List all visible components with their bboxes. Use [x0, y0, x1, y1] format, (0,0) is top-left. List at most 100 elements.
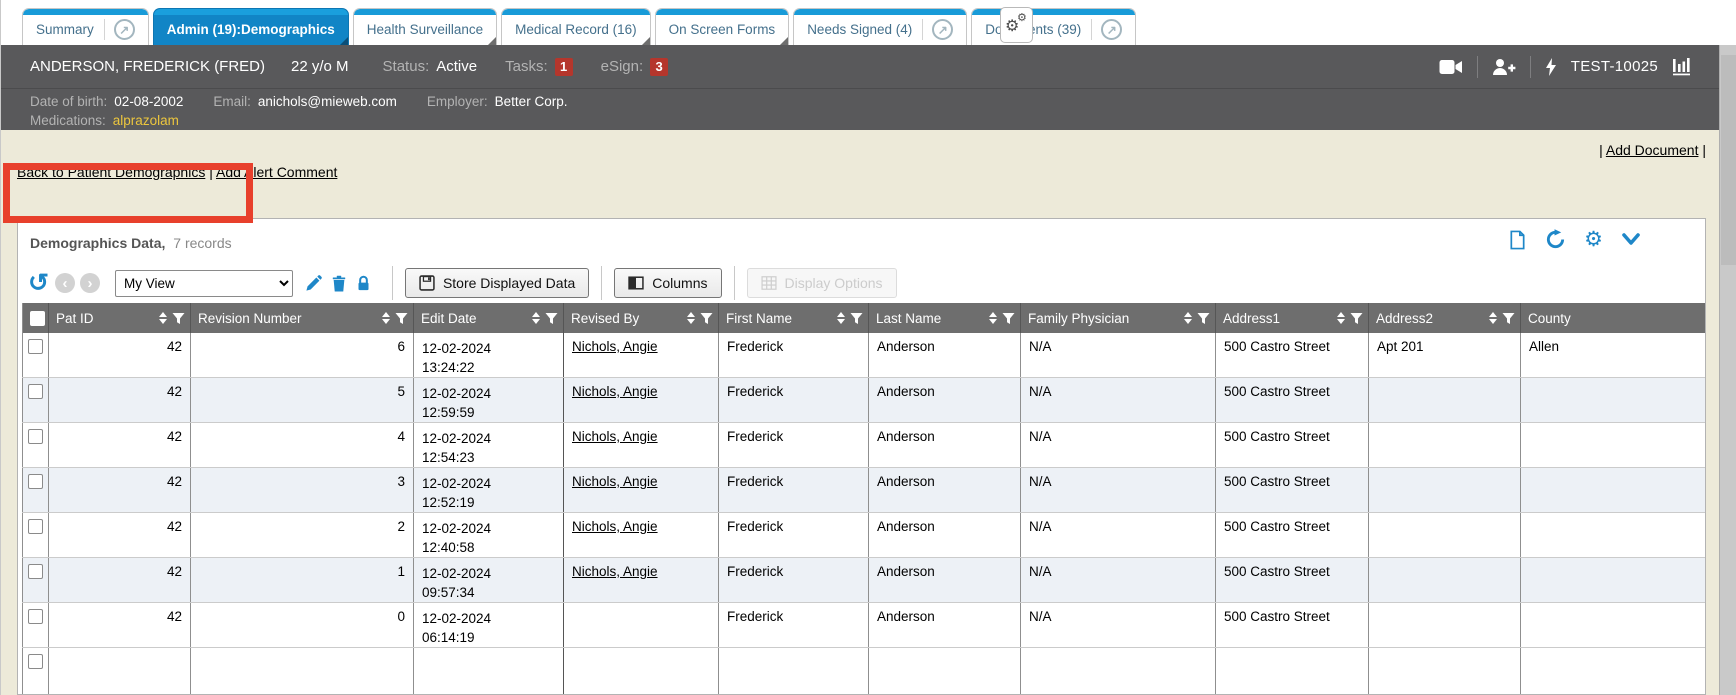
chart-settings-button[interactable]: ⚙ ⚙ [1000, 7, 1033, 43]
column-header-pat-id[interactable]: Pat ID [49, 303, 191, 333]
table-body: 42612-02-202413:24:22Nichols, AngieFrede… [23, 333, 1707, 695]
column-label: Family Physician [1028, 311, 1179, 326]
gear-icon[interactable]: ⚙ [1584, 230, 1603, 250]
empty-cell [191, 648, 414, 695]
cell-revision: 2 [191, 513, 414, 558]
tab-on-screen-forms[interactable]: On Screen Forms [655, 8, 790, 45]
column-header-edit-date[interactable]: Edit Date [414, 303, 564, 333]
column-label: Pat ID [56, 311, 154, 326]
cell-revised-by: Nichols, Angie [564, 378, 719, 423]
medications-label: Medications: [30, 113, 106, 128]
lightning-icon[interactable] [1545, 58, 1557, 76]
sort-icon[interactable] [159, 312, 167, 324]
filter-funnel-icon[interactable] [1502, 312, 1515, 325]
tasks-badge[interactable]: 1 [555, 58, 573, 76]
add-document-link[interactable]: Add Document [1606, 142, 1699, 158]
tab-medical-record-16[interactable]: Medical Record (16) [501, 8, 651, 45]
table-row: 42512-02-202412:59:59Nichols, AngieFrede… [23, 378, 1707, 423]
revised-by-link[interactable]: Nichols, Angie [572, 564, 658, 579]
filter-funnel-icon[interactable] [1002, 312, 1015, 325]
demographics-data-panel: Demographics Data, 7 records ⚙ ↺ ‹ › My … [17, 218, 1706, 695]
cell-county [1521, 603, 1707, 648]
store-displayed-data-button[interactable]: Store Displayed Data [405, 268, 589, 298]
column-header-first-name[interactable]: First Name [719, 303, 869, 333]
tab-needs-signed-4[interactable]: Needs Signed (4)↗ [793, 8, 967, 45]
cell-revision: 1 [191, 558, 414, 603]
filter-funnel-icon[interactable] [1350, 312, 1363, 325]
row-checkbox[interactable] [28, 609, 43, 624]
tab-bar-tabs: Summary↗Admin (19):DemographicsHealth Su… [22, 8, 1136, 45]
vertical-scrollbar[interactable] [1719, 45, 1736, 695]
edit-view-pencil-icon[interactable] [305, 275, 322, 292]
column-header-last-name[interactable]: Last Name [869, 303, 1021, 333]
collapse-chevron-icon[interactable] [1621, 232, 1641, 248]
video-camera-icon[interactable] [1439, 59, 1463, 75]
sort-icon[interactable] [989, 312, 997, 324]
columns-icon [628, 275, 644, 291]
select-all-header[interactable] [23, 303, 49, 333]
filter-funnel-icon[interactable] [700, 312, 713, 325]
edit-time: 12:54:23 [422, 448, 555, 467]
reset-view-icon[interactable]: ↺ [28, 271, 49, 295]
add-person-icon[interactable] [1492, 58, 1516, 76]
sort-icon[interactable] [1184, 312, 1192, 324]
new-document-icon[interactable] [1508, 230, 1527, 250]
column-header-county[interactable]: County [1521, 303, 1707, 333]
sort-icon[interactable] [687, 312, 695, 324]
view-select[interactable]: My View [115, 270, 293, 297]
column-header-family-physician[interactable]: Family Physician [1021, 303, 1216, 333]
select-all-checkbox[interactable] [30, 311, 45, 326]
filter-funnel-icon[interactable] [850, 312, 863, 325]
filter-funnel-icon[interactable] [395, 312, 408, 325]
cell-county [1521, 513, 1707, 558]
row-checkbox[interactable] [28, 384, 43, 399]
row-checkbox[interactable] [28, 519, 43, 534]
delete-view-trash-icon[interactable] [331, 275, 347, 292]
tab-summary[interactable]: Summary↗ [22, 8, 149, 45]
medications-value[interactable]: alprazolam [113, 113, 179, 128]
row-checkbox[interactable] [28, 654, 43, 669]
revised-by-link[interactable]: Nichols, Angie [572, 339, 658, 354]
previous-view-button[interactable]: ‹ [55, 273, 75, 293]
popout-arrow-icon[interactable]: ↗ [114, 19, 135, 40]
sort-icon[interactable] [837, 312, 845, 324]
filter-funnel-icon[interactable] [172, 312, 185, 325]
sort-icon[interactable] [532, 312, 540, 324]
column-label: Revised By [571, 311, 682, 326]
row-checkbox[interactable] [28, 339, 43, 354]
refresh-icon[interactable] [1545, 229, 1566, 250]
revised-by-link[interactable]: Nichols, Angie [572, 429, 658, 444]
filter-funnel-icon[interactable] [545, 312, 558, 325]
columns-button[interactable]: Columns [614, 268, 721, 298]
tab-health-surveillance[interactable]: Health Surveillance [353, 8, 497, 45]
tab-admin-19-demographics[interactable]: Admin (19):Demographics [153, 8, 349, 45]
column-header-revised-by[interactable]: Revised By [564, 303, 719, 333]
sort-icon[interactable] [1489, 312, 1497, 324]
revised-by-link[interactable]: Nichols, Angie [572, 474, 658, 489]
column-header-address1[interactable]: Address1 [1216, 303, 1369, 333]
sort-icon[interactable] [382, 312, 390, 324]
popout-arrow-icon[interactable]: ↗ [1101, 19, 1122, 40]
row-checkbox[interactable] [28, 474, 43, 489]
popout-section: ↗ [104, 19, 135, 40]
column-header-address2[interactable]: Address2 [1369, 303, 1521, 333]
column-header-revision-number[interactable]: Revision Number [191, 303, 414, 333]
column-label: County [1528, 311, 1701, 326]
cell-first-name: Frederick [719, 423, 869, 468]
cell-family-physician: N/A [1021, 378, 1216, 423]
popout-arrow-icon[interactable]: ↗ [932, 19, 953, 40]
lock-view-icon[interactable] [356, 275, 371, 291]
scrollbar-thumb[interactable] [1721, 55, 1736, 265]
sort-icon[interactable] [1337, 312, 1345, 324]
revised-by-link[interactable]: Nichols, Angie [572, 519, 658, 534]
row-checkbox[interactable] [28, 429, 43, 444]
filter-funnel-icon[interactable] [1197, 312, 1210, 325]
next-view-button[interactable]: › [80, 273, 100, 293]
bar-chart-icon[interactable] [1672, 57, 1692, 76]
tab-documents-39[interactable]: Documents (39)↗ [971, 8, 1136, 45]
revised-by-link[interactable]: Nichols, Angie [572, 384, 658, 399]
esign-badge[interactable]: 3 [650, 58, 668, 76]
edit-date: 12-02-2024 [422, 384, 555, 403]
row-checkbox[interactable] [28, 564, 43, 579]
cell-last-name: Anderson [869, 423, 1021, 468]
